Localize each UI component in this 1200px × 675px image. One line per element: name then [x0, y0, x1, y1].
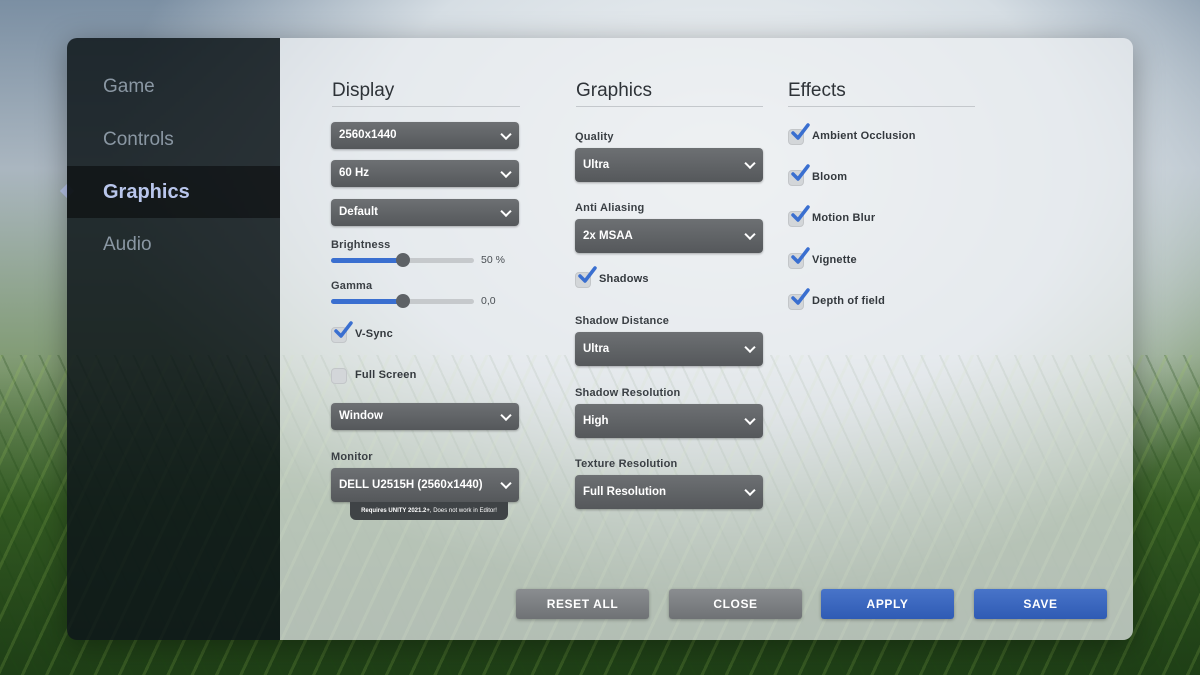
texture-resolution-dropdown[interactable]: Full Resolution [575, 475, 763, 509]
anti-aliasing-value: 2x MSAA [583, 230, 633, 242]
content-area: Display 2560x1440 60 Hz Default Brightne… [280, 38, 1133, 640]
effect-vignette-toggle[interactable]: Vignette [788, 247, 948, 271]
save-button[interactable]: SAVE [974, 589, 1107, 619]
shadow-resolution-dropdown[interactable]: High [575, 404, 763, 438]
vsync-toggle[interactable]: V-Sync [331, 321, 451, 345]
texture-resolution-value: Full Resolution [583, 486, 667, 498]
quality-dropdown[interactable]: Ultra [575, 148, 763, 182]
shadow-distance-value: Ultra [583, 343, 610, 355]
chevron-down-icon [744, 413, 756, 426]
settings-panel: Game Controls Graphics Audio Display 256… [67, 38, 1133, 640]
brightness-label: Brightness [331, 239, 391, 251]
chevron-down-icon [744, 484, 756, 497]
monitor-dropdown[interactable]: DELL U2515H (2560x1440) [331, 468, 519, 502]
ambient-occlusion-label: Ambient Occlusion [812, 130, 916, 142]
gamma-slider-handle[interactable] [395, 294, 410, 308]
checkmark-icon [791, 288, 810, 305]
chevron-down-icon [500, 205, 512, 217]
refresh-rate-value: 60 Hz [339, 167, 370, 179]
window-mode-value: Window [339, 410, 383, 422]
chevron-down-icon [500, 166, 512, 178]
anti-aliasing-label: Anti Aliasing [575, 202, 645, 214]
sidebar-item-audio[interactable]: Audio [67, 219, 280, 271]
shadow-distance-label: Shadow Distance [575, 315, 670, 327]
shadow-resolution-value: High [583, 415, 609, 427]
gamma-slider[interactable] [331, 294, 474, 308]
monitor-tooltip-note: , Does not work in Editor! [429, 508, 497, 514]
window-mode-dropdown[interactable]: Window [331, 403, 519, 430]
effect-bloom-toggle[interactable]: Bloom [788, 164, 948, 188]
quality-value: Ultra [583, 159, 610, 171]
checkmark-icon [578, 266, 597, 283]
gamma-slider-fill [331, 299, 403, 304]
sidebar-item-controls[interactable]: Controls [67, 114, 280, 166]
refresh-rate-dropdown[interactable]: 60 Hz [331, 160, 519, 187]
apply-button[interactable]: APPLY [821, 589, 954, 619]
chevron-down-icon [744, 341, 756, 354]
depth-of-field-label: Depth of field [812, 295, 886, 307]
checkmark-icon [334, 321, 353, 338]
brightness-slider-fill [331, 258, 403, 263]
chevron-down-icon [500, 128, 512, 140]
resolution-value: 2560x1440 [339, 129, 397, 141]
texture-resolution-label: Texture Resolution [575, 458, 678, 470]
gamma-value: 0,0 [481, 295, 496, 307]
sidebar-item-game[interactable]: Game [67, 61, 280, 113]
checkmark-icon [791, 164, 810, 181]
graphics-title: Graphics [576, 80, 763, 107]
chevron-down-icon [500, 477, 512, 490]
brightness-value: 50 % [481, 254, 505, 266]
motion-blur-label: Motion Blur [812, 212, 876, 224]
effect-depth-of-field-toggle[interactable]: Depth of field [788, 288, 948, 312]
close-button[interactable]: CLOSE [669, 589, 802, 619]
fullscreen-toggle[interactable]: Full Screen [331, 366, 451, 386]
effect-ambient-occlusion-toggle[interactable]: Ambient Occlusion [788, 123, 948, 147]
monitor-tooltip-requirement: Requires UNITY 2021.2+ [361, 508, 430, 514]
shadow-distance-dropdown[interactable]: Ultra [575, 332, 763, 366]
vsync-label: V-Sync [355, 328, 393, 340]
reset-all-button[interactable]: RESET ALL [516, 589, 649, 619]
checkmark-icon [791, 247, 810, 264]
shadow-resolution-label: Shadow Resolution [575, 387, 681, 399]
display-title: Display [332, 80, 520, 107]
checkmark-icon [791, 123, 810, 140]
anti-aliasing-dropdown[interactable]: 2x MSAA [575, 219, 763, 253]
resolution-dropdown[interactable]: 2560x1440 [331, 122, 519, 149]
checkmark-icon [791, 205, 810, 222]
gamma-label: Gamma [331, 280, 373, 292]
quality-label: Quality [575, 131, 614, 143]
vignette-label: Vignette [812, 254, 857, 266]
monitor-value: DELL U2515H (2560x1440) [339, 479, 483, 491]
shadows-toggle[interactable]: Shadows [575, 266, 695, 290]
monitor-label: Monitor [331, 451, 373, 463]
fullscreen-label: Full Screen [355, 369, 417, 381]
bloom-label: Bloom [812, 171, 848, 183]
monitor-tooltip: Requires UNITY 2021.2+, Does not work in… [350, 502, 508, 520]
chevron-down-icon [500, 409, 512, 421]
brightness-slider[interactable] [331, 253, 474, 267]
preset-dropdown[interactable]: Default [331, 199, 519, 226]
sidebar-item-graphics[interactable]: Graphics [67, 166, 280, 218]
brightness-slider-handle[interactable] [395, 253, 410, 267]
effect-motion-blur-toggle[interactable]: Motion Blur [788, 205, 948, 229]
fullscreen-checkbox[interactable] [331, 368, 347, 384]
chevron-down-icon [744, 157, 756, 170]
effects-title: Effects [788, 80, 975, 107]
preset-value: Default [339, 206, 378, 218]
sidebar: Game Controls Graphics Audio [67, 38, 280, 640]
shadows-label: Shadows [599, 273, 649, 285]
chevron-down-icon [744, 228, 756, 241]
